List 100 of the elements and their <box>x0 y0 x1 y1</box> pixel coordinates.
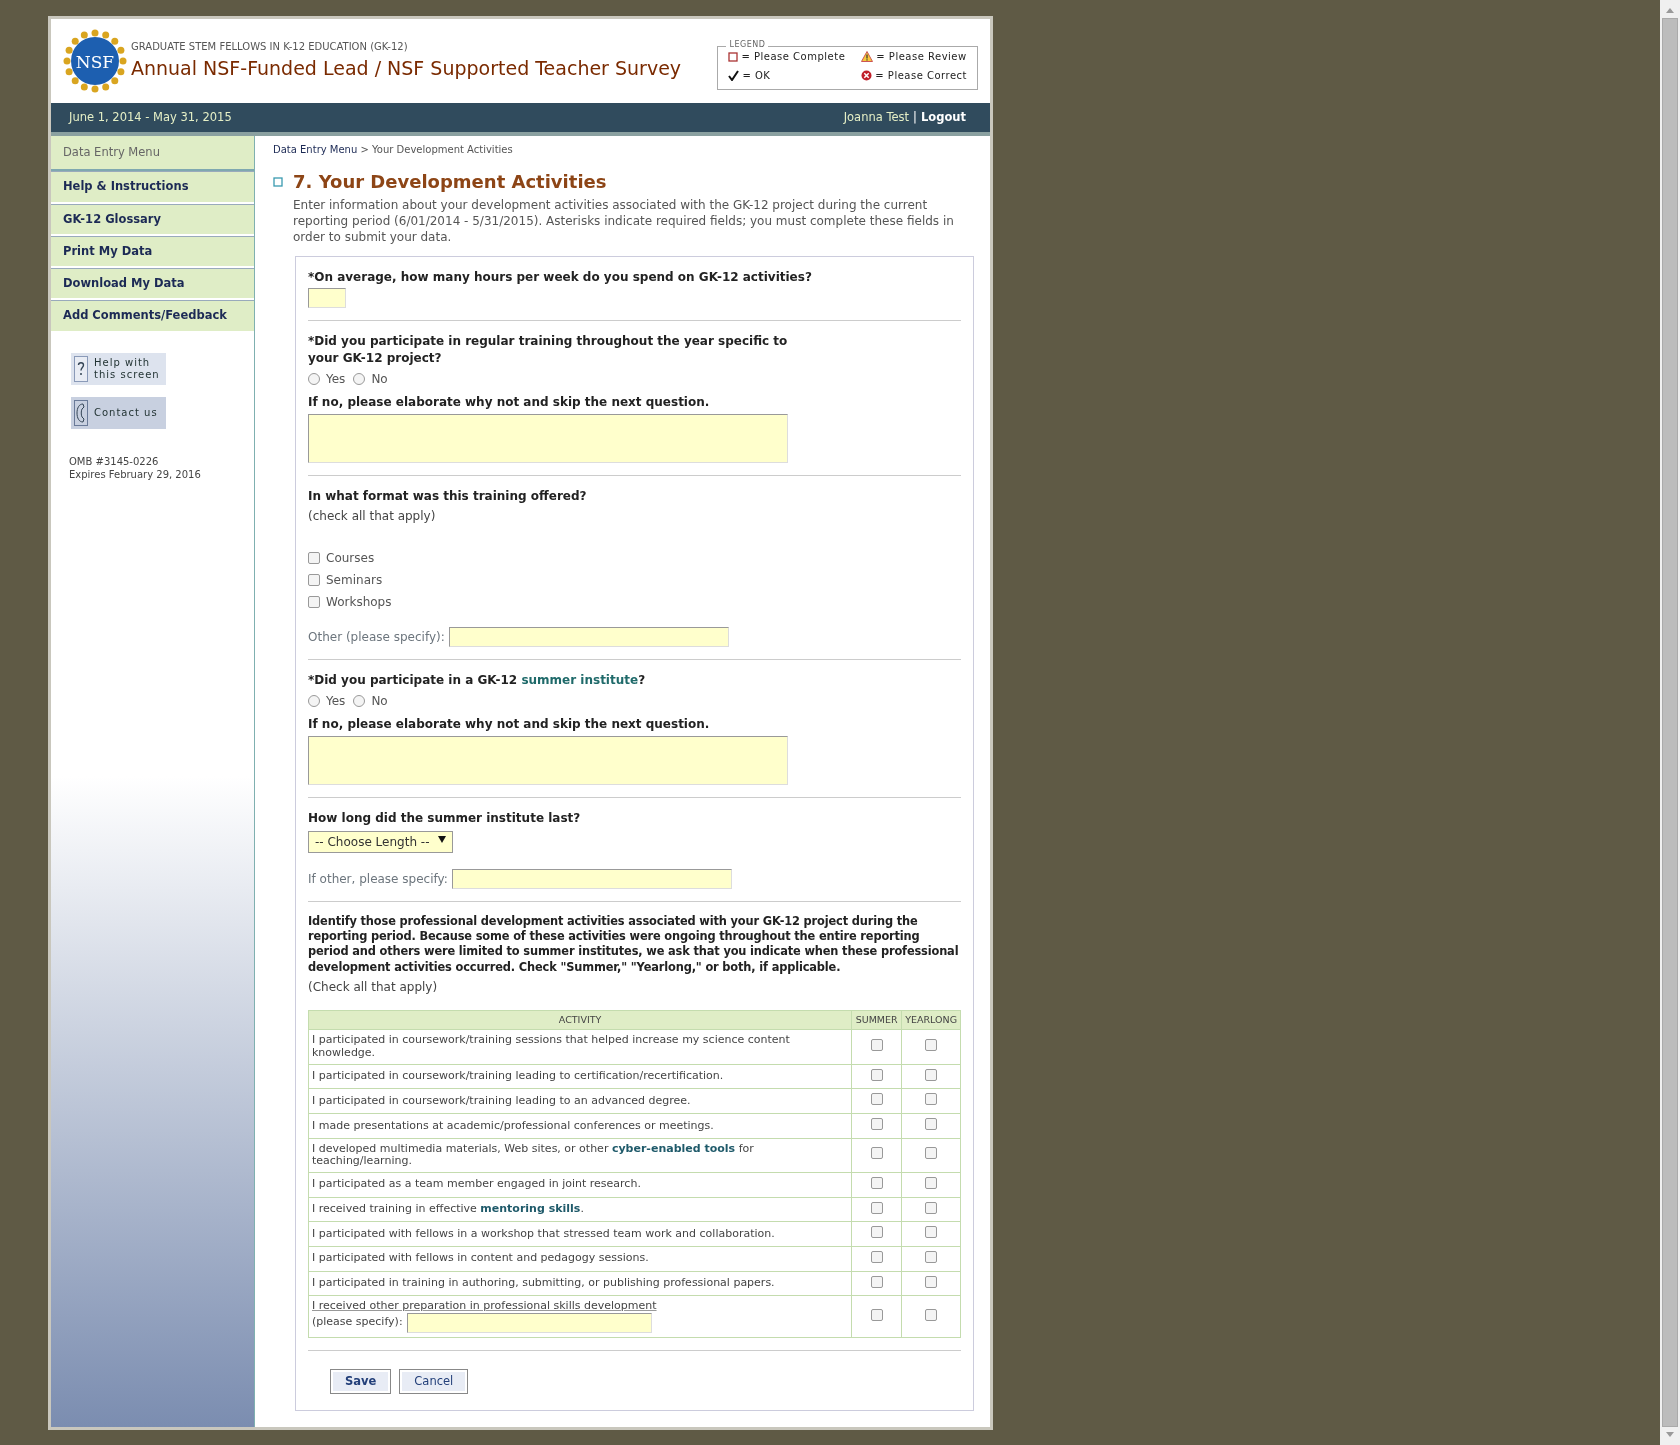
activity-text: I participated in coursework/training sessions that helped increase my science content knowledge. <box>312 1034 791 1060</box>
checkbox[interactable] <box>925 1039 938 1052</box>
checkbox[interactable] <box>870 1118 883 1131</box>
hours-field[interactable] <box>308 288 346 309</box>
breadcrumb-link[interactable]: Data Entry Menu <box>273 144 358 155</box>
activity-text: I received training in effective mentoring skills. <box>312 1203 585 1216</box>
menu-title[interactable]: Data Entry Menu <box>51 136 254 172</box>
activity-text: I participated in training in authoring, submitting, or publishing professional papers. <box>312 1277 776 1290</box>
field-label: If other, please specify: <box>308 870 448 888</box>
sidebar-item[interactable]: Download My Data <box>51 268 254 301</box>
checkbox[interactable] <box>870 1308 883 1321</box>
activity-text: I received other preparation in professional skills development <box>312 1300 658 1313</box>
question-mark-icon <box>74 355 88 382</box>
sidebar-item[interactable]: GK-12 Glossary <box>51 203 254 236</box>
dropdown-arrow-icon <box>438 835 446 843</box>
checkbox[interactable] <box>925 1308 938 1321</box>
other-field[interactable] <box>451 868 732 889</box>
breadcrumb-separator: > <box>360 144 369 155</box>
question-label: Identify those professional development activities associated with your GK-12 project during the reporting period. Because some of these activities were ongoing throughout the entire reporting period and others were limited to summer institutes, we ask that you indicate when these professional development activities occurred. Check "Summer," "Yearlong," or both, if applicable. <box>308 913 960 976</box>
program-subtitle: GRADUATE STEM FELLOWS IN K-12 EDUCATION (GK-12) <box>131 40 409 55</box>
question-label: *Did you participate in a GK-12 summer institute? <box>308 672 647 689</box>
checkbox[interactable] <box>308 574 320 587</box>
omb-text: OMB #3145-0226 <box>69 454 160 468</box>
checkbox[interactable] <box>870 1068 883 1081</box>
field-label: (please specify): <box>312 1316 403 1330</box>
checkbox[interactable] <box>870 1093 883 1106</box>
length-dropdown[interactable]: -- Choose Length -- <box>308 830 453 853</box>
user-name: Joanna Test <box>843 108 910 126</box>
scroll-up-icon[interactable] <box>1665 6 1675 14</box>
hint-text: (check all that apply) <box>308 508 437 526</box>
question-label: In what format was this training offered? <box>308 487 588 505</box>
cancel-button[interactable]: Cancel <box>399 1368 469 1395</box>
checkbox[interactable] <box>308 596 320 609</box>
checkbox[interactable] <box>925 1068 938 1081</box>
question-label: *On average, how many hours per week do you spend on GK-12 activities? <box>308 269 813 286</box>
comment-textarea[interactable] <box>308 413 788 463</box>
checkbox[interactable] <box>925 1275 938 1288</box>
column-header: SUMMER <box>851 1010 902 1030</box>
error-icon <box>861 70 873 81</box>
section-intro: Enter information about your development activities associated with the GK-12 project during the current reporting period (6/01/2014 - 5/31/2015). Asterisks indicate required fields; you must complete these fields in order to submit your data. <box>293 196 955 246</box>
checkbox[interactable] <box>925 1176 938 1189</box>
checkbox[interactable] <box>870 1147 883 1160</box>
checkbox[interactable] <box>870 1039 883 1052</box>
sidebar-item[interactable]: Add Comments/Feedback <box>51 300 254 333</box>
activity-text: I participated as a team member engaged in joint research. <box>312 1178 642 1192</box>
checkbox[interactable] <box>870 1176 883 1189</box>
radio-button[interactable] <box>308 695 320 708</box>
question-label: If no, please elaborate why not and skip the next question. <box>308 393 711 410</box>
warning-icon <box>861 51 874 62</box>
breadcrumb-current: Your Development Activities <box>372 144 513 155</box>
option-label: Seminars <box>326 572 383 590</box>
radio-button[interactable] <box>353 372 366 385</box>
checkbox[interactable] <box>308 552 320 565</box>
checkbox[interactable] <box>925 1250 938 1263</box>
activity-text: I participated with fellows in a workshop that stressed team work and collaboration. <box>312 1227 776 1241</box>
glossary-link[interactable]: cyber-enabled tools <box>611 1141 736 1155</box>
glossary-link[interactable]: summer institute <box>521 673 639 688</box>
help-button[interactable]: Help with this screen <box>71 352 166 385</box>
legend-label: = Please Review <box>876 50 967 64</box>
hint-text: (Check all that apply) <box>308 979 439 997</box>
empty-square-icon <box>273 177 283 187</box>
field-label: Other (please specify): <box>308 629 445 647</box>
sidebar-item[interactable]: Help & Instructions <box>51 171 254 204</box>
question-label: How long did the summer institute last? <box>308 810 582 827</box>
checkbox[interactable] <box>925 1118 938 1131</box>
option-label: No <box>371 370 388 388</box>
contact-button[interactable]: Contact us <box>71 396 166 429</box>
checkbox[interactable] <box>925 1201 938 1214</box>
scroll-down-icon[interactable] <box>1665 1431 1675 1439</box>
sidebar-item[interactable]: Print My Data <box>51 235 254 268</box>
legend-label: = Please Complete <box>741 50 846 64</box>
checkbox[interactable] <box>870 1226 883 1239</box>
activity-text: I participated with fellows in content and pedagogy sessions. <box>312 1252 650 1265</box>
section-title: 7. Your Development Activities <box>293 171 608 193</box>
other-field[interactable] <box>448 627 729 648</box>
checkbox[interactable] <box>870 1250 883 1263</box>
logout-link[interactable]: Logout <box>920 108 966 127</box>
radio-button[interactable] <box>308 372 320 385</box>
activity-text: I developed multimedia materials, Web sites, or other cyber-enabled tools for teaching/learning. <box>312 1142 755 1168</box>
nsf-logo: NSF <box>63 29 127 93</box>
column-header: YEARLONG <box>901 1010 961 1030</box>
specify-field[interactable] <box>406 1312 652 1333</box>
checkbox[interactable] <box>925 1147 938 1160</box>
checkbox[interactable] <box>925 1093 938 1106</box>
checkbox[interactable] <box>925 1226 938 1239</box>
save-button[interactable]: Save <box>330 1368 392 1395</box>
scrollbar-thumb[interactable] <box>1662 18 1678 1427</box>
option-label: Workshops <box>326 594 392 612</box>
omb-text: Expires February 29, 2016 <box>69 467 202 481</box>
option-label: Yes <box>326 370 346 388</box>
checkbox[interactable] <box>870 1275 883 1288</box>
activity-text: I participated in coursework/training leading to an advanced degree. <box>312 1094 692 1108</box>
activity-text: I participated in coursework/training leading to certification/recertification. <box>312 1070 725 1083</box>
reporting-period: June 1, 2014 - May 31, 2015 <box>69 108 232 126</box>
activity-text: I made presentations at academic/professional conferences or meetings. <box>312 1119 715 1133</box>
radio-button[interactable] <box>353 695 366 708</box>
comment-textarea[interactable] <box>308 736 788 786</box>
checkbox[interactable] <box>870 1201 883 1214</box>
column-header: ACTIVITY <box>308 1010 852 1030</box>
empty-square-icon <box>728 51 739 62</box>
